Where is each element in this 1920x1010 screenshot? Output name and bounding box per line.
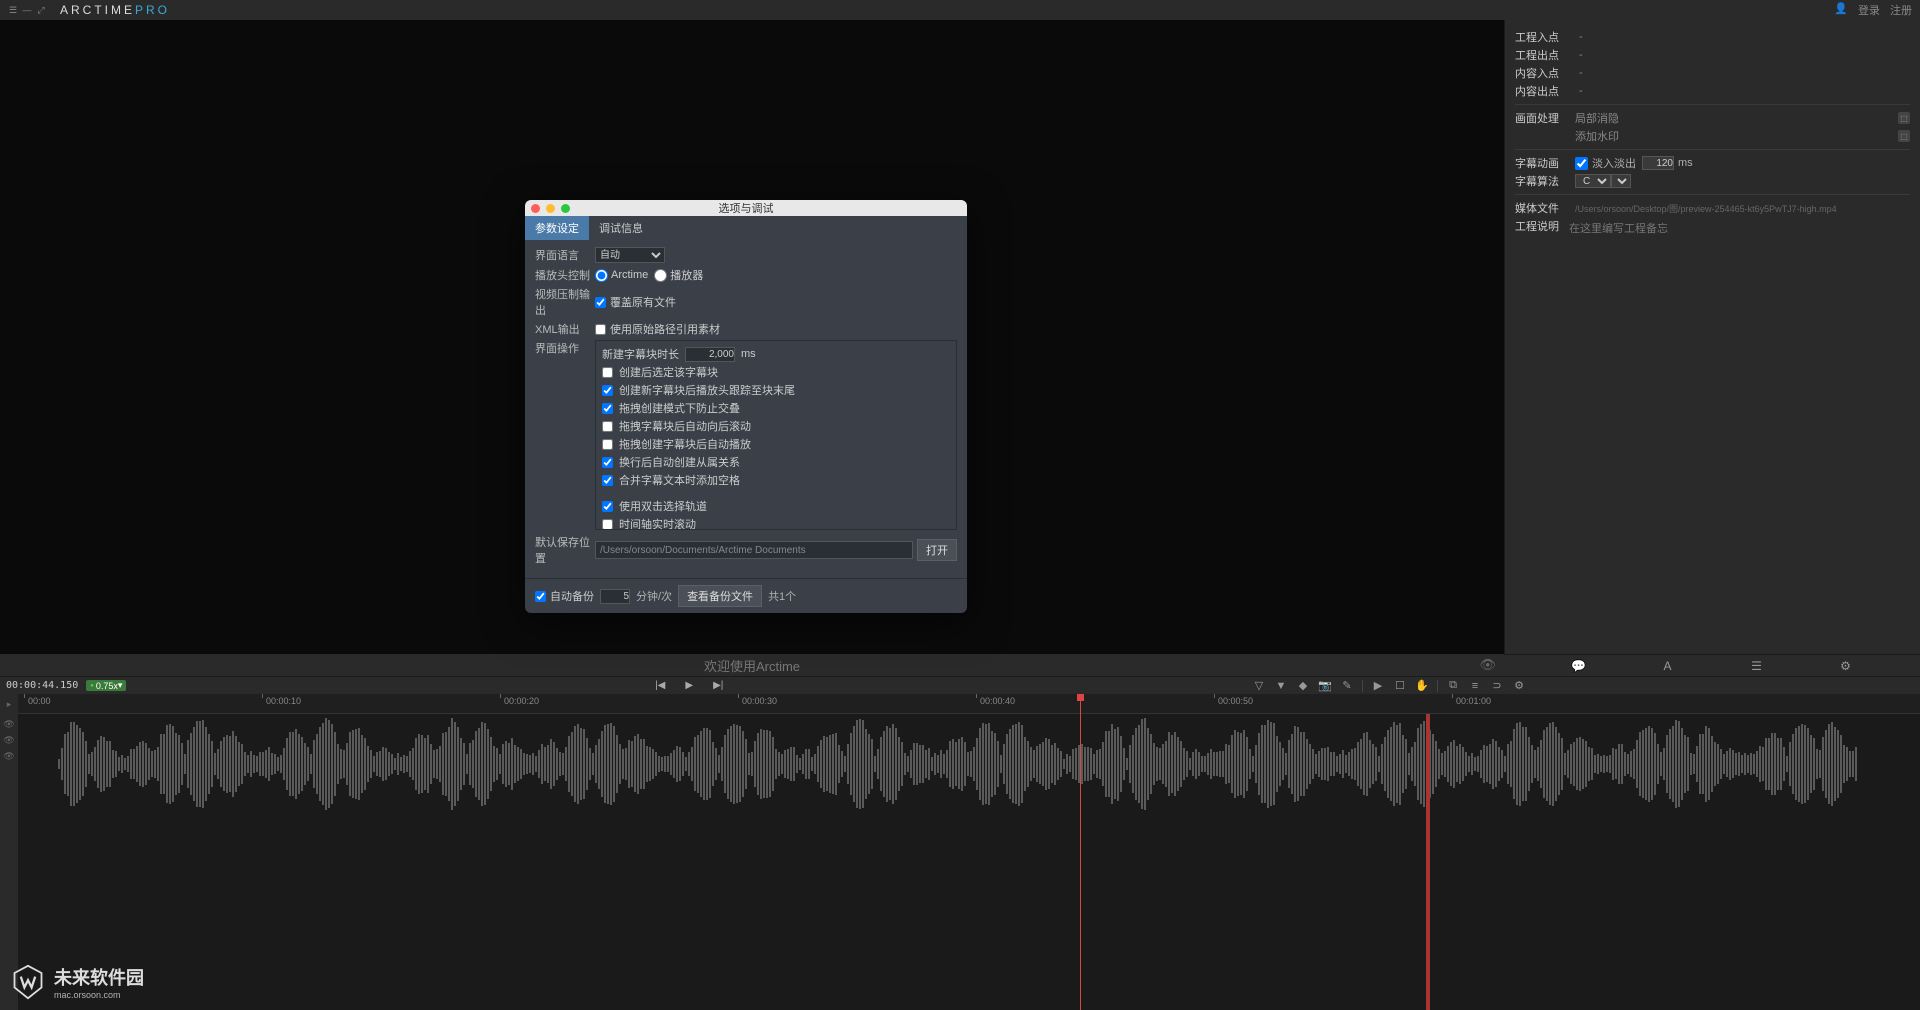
prev-button[interactable]: |◀ (655, 680, 665, 691)
ck-auto-dependency[interactable] (602, 457, 613, 468)
save-loc-label: 默认保存位置 (535, 534, 595, 566)
track-toggle-icon[interactable]: ▸ (0, 696, 18, 712)
link-icon[interactable]: ⧉ (1446, 679, 1460, 693)
block-duration-input[interactable] (685, 347, 735, 362)
fade-checkbox[interactable] (1575, 157, 1588, 170)
minimize-icon[interactable]: — (22, 5, 32, 15)
login-link[interactable]: 登录 (1858, 2, 1880, 18)
comment-icon[interactable]: 💬 (1572, 659, 1586, 673)
content-in-label: 内容入点 (1515, 65, 1575, 81)
titlebar: ☰ — ⤢ ARCTIMEPRO 👤 登录 注册 (0, 0, 1920, 20)
register-link[interactable]: 注册 (1890, 2, 1912, 18)
frame-proc-label: 画面处理 (1515, 110, 1575, 126)
ui-ops-label: 界面操作 (535, 340, 595, 356)
speed-badge[interactable]: 0.75x ▾ (86, 680, 126, 691)
playhead-arctime-radio[interactable] (595, 269, 608, 282)
save-path-input[interactable] (595, 541, 913, 559)
playhead[interactable] (1080, 694, 1081, 1010)
properties-panel: 工程入点- 工程出点- 内容入点- 内容出点- 画面处理局部消隐⬚ 添加水印⬚ … (1504, 20, 1920, 654)
playhead-label: 播放头控制 (535, 267, 595, 283)
proj-out-label: 工程出点 (1515, 47, 1575, 63)
settings-icon[interactable]: ⚙ (1839, 659, 1853, 673)
marker-icon[interactable]: ◆ (1296, 679, 1310, 693)
sub-algo-dropdown[interactable] (1611, 174, 1631, 188)
sub-anim-label: 字幕动画 (1515, 155, 1575, 171)
pointer-icon[interactable]: ▶ (1371, 679, 1385, 693)
lang-label: 界面语言 (535, 247, 595, 263)
media-path: /Users/orsoon/Desktop/图/preview-254465-k… (1575, 202, 1910, 215)
ck-add-space-merge[interactable] (602, 475, 613, 486)
snapshot-icon[interactable]: 📷 (1318, 679, 1332, 693)
media-file-label: 媒体文件 (1515, 200, 1575, 216)
ck-auto-scroll-drag[interactable] (602, 421, 613, 432)
xml-path-checkbox[interactable] (595, 324, 606, 335)
magnet-icon[interactable]: ⊃ (1490, 679, 1504, 693)
content-out-label: 内容出点 (1515, 83, 1575, 99)
logo-icon (10, 964, 46, 1000)
track-eye-icon[interactable]: 👁 (0, 748, 18, 764)
user-icon[interactable]: 👤 (1834, 2, 1848, 18)
timecode-display: 00:00:44.150 (6, 680, 78, 691)
watermark-label[interactable]: 添加水印 (1575, 128, 1898, 144)
menu-icon[interactable]: ☰ (8, 5, 18, 15)
xml-label: XML输出 (535, 321, 595, 337)
ui-options-scroll[interactable]: 新建字幕块时长ms 创建后选定该字幕块 创建新字幕块后播放头跟踪至块末尾 拖拽创… (595, 340, 957, 530)
dialog-title: 选项与调试 (525, 200, 967, 216)
ck-dblclick-track[interactable] (602, 501, 613, 512)
align-icon[interactable]: ≡ (1468, 679, 1482, 693)
expand-icon[interactable]: ⬚ (1898, 112, 1910, 124)
select-icon[interactable]: ☐ (1393, 679, 1407, 693)
view-backup-button[interactable]: 查看备份文件 (678, 585, 762, 607)
font-icon[interactable]: A (1661, 659, 1675, 673)
time-ruler[interactable]: 00:00 00:00:10 00:00:20 00:00:30 00:00:4… (18, 694, 1920, 714)
ck-track-playhead[interactable] (602, 385, 613, 396)
waveform-track[interactable] (18, 714, 1920, 814)
play-button[interactable]: ▶ (685, 680, 693, 691)
open-button[interactable]: 打开 (917, 539, 957, 561)
tab-debug[interactable]: 调试信息 (589, 216, 653, 240)
hand-icon[interactable]: ✋ (1415, 679, 1429, 693)
ck-select-after-create[interactable] (602, 367, 613, 378)
ck-prevent-overlap[interactable] (602, 403, 613, 414)
auto-backup-checkbox[interactable] (535, 591, 546, 602)
track-eye-icon[interactable]: 👁 (0, 732, 18, 748)
filter-up-icon[interactable]: ▽ (1252, 679, 1266, 693)
filter-down-icon[interactable]: ▼ (1274, 679, 1288, 693)
sidebar-toolbar: 💬 A ☰ ⚙ (1504, 654, 1920, 676)
visibility-icon[interactable]: 👁 (1479, 657, 1496, 673)
lang-select[interactable]: 自动 (595, 247, 665, 263)
proj-in-label: 工程入点 (1515, 29, 1575, 45)
welcome-bar: 欢迎使用Arctime 👁 (0, 654, 1504, 676)
tab-settings[interactable]: 参数设定 (525, 216, 589, 240)
proj-desc-label: 工程说明 (1515, 218, 1567, 234)
overwrite-checkbox[interactable] (595, 297, 606, 308)
ck-realtime-scroll[interactable] (602, 519, 613, 530)
proj-desc-textarea[interactable] (1567, 218, 1910, 258)
transport-bar: 00:00:44.150 0.75x ▾ |◀ ▶ ▶| ▽ ▼ ◆ 📷 ✎ ▶… (0, 676, 1920, 694)
track-eye-icon[interactable]: 👁 (0, 716, 18, 732)
app-title: ARCTIMEPRO (60, 3, 170, 17)
sub-algo-label: 字幕算法 (1515, 173, 1575, 189)
expand-icon[interactable]: ⬚ (1898, 130, 1910, 142)
dialog-titlebar[interactable]: 选项与调试 (525, 200, 967, 216)
playhead-player-radio[interactable] (654, 269, 667, 282)
ck-auto-play-drag[interactable] (602, 439, 613, 450)
edit-icon[interactable]: ✎ (1340, 679, 1354, 693)
video-output-label: 视频压制输出 (535, 286, 595, 318)
sub-algo-select[interactable]: C (1575, 174, 1611, 188)
preferences-dialog: 选项与调试 参数设定 调试信息 界面语言 自动 播放头控制 Arctime 播放… (525, 200, 967, 613)
fade-duration-input[interactable] (1642, 156, 1674, 170)
gear-icon[interactable]: ⚙ (1512, 679, 1526, 693)
list-icon[interactable]: ☰ (1750, 659, 1764, 673)
timeline[interactable]: ▸ 👁 👁 👁 00:00 00:00:10 00:00:20 00:00:30… (0, 694, 1920, 1010)
watermark-badge: 未来软件园 mac.orsoon.com (10, 964, 144, 1000)
next-button[interactable]: ▶| (713, 680, 723, 691)
backup-interval-input[interactable] (600, 589, 630, 604)
expand-icon[interactable]: ⤢ (36, 5, 46, 15)
out-marker[interactable] (1426, 714, 1430, 1010)
